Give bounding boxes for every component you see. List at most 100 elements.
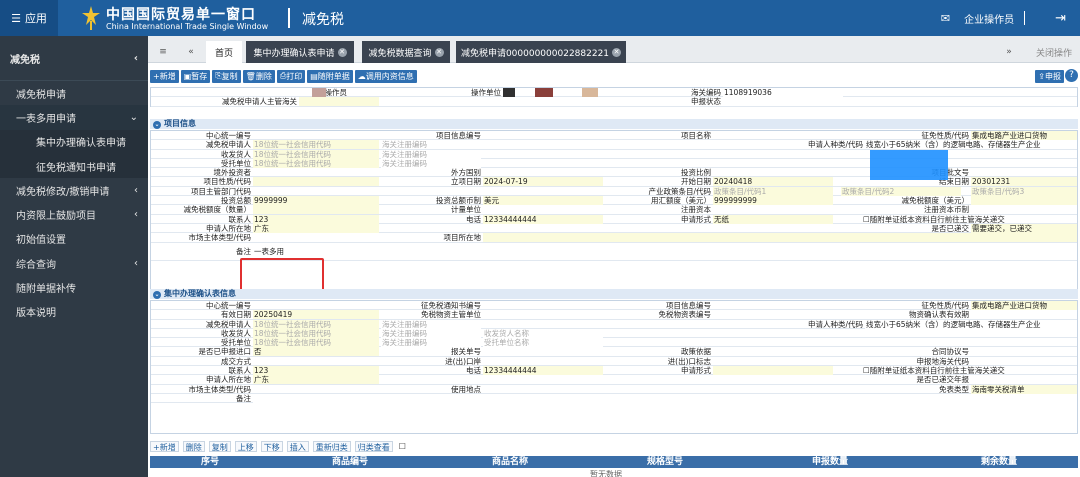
add-button[interactable]: +新增: [150, 69, 179, 83]
field-value[interactable]: 海关注册编码: [381, 149, 481, 159]
mail-icon[interactable]: ✉: [941, 12, 950, 25]
field-value[interactable]: 政策条目/代码2: [841, 186, 961, 196]
insert-button[interactable]: 插入: [286, 441, 309, 452]
field-value[interactable]: 海关注册编码: [381, 328, 481, 338]
field-value[interactable]: 999999999: [713, 196, 833, 206]
collapse-icon[interactable]: ‹: [134, 53, 138, 64]
goods-copy-button[interactable]: 复制: [208, 441, 231, 452]
tab-application[interactable]: 减免税申请000000000022882221 ✕: [456, 41, 626, 63]
tabs-forward-icon[interactable]: »: [1000, 41, 1018, 63]
field-value[interactable]: 集成电路产业进口货物: [971, 131, 1077, 140]
toolbar-checkbox[interactable]: ☐: [397, 441, 408, 452]
field-value[interactable]: [713, 366, 833, 376]
field-value[interactable]: 需要递交，已递交: [971, 223, 1077, 233]
field-value[interactable]: 12334444444: [483, 214, 603, 224]
move-up-button[interactable]: 上移: [234, 441, 257, 452]
customs-code-field[interactable]: 1108919036: [723, 88, 843, 97]
remarks-field[interactable]: 一表多用: [253, 246, 1077, 256]
field-value[interactable]: 123: [253, 366, 379, 376]
field-value[interactable]: 线宽小于65纳米（含）的逻辑电路、存储器生产企业: [865, 140, 1077, 150]
app-menu-button[interactable]: ☰ 应用: [0, 0, 58, 36]
field-value[interactable]: 18位统一社会信用代码: [253, 338, 379, 348]
field-value[interactable]: 美元: [483, 196, 603, 206]
field-value[interactable]: 18位统一社会信用代码: [253, 140, 379, 150]
field-value[interactable]: 集成电路产业进口货物: [971, 301, 1077, 310]
column-header[interactable]: 申报数量: [740, 456, 920, 468]
declare-button[interactable]: ⇪ 申报: [1035, 69, 1064, 83]
goods-delete-button[interactable]: 删除: [182, 441, 205, 452]
print-button[interactable]: ⎙ 打印: [276, 69, 306, 83]
reclassify-button[interactable]: 重新归类: [312, 441, 351, 452]
delete-button[interactable]: 🗑 删除: [242, 69, 275, 83]
sidebar-item[interactable]: 初始值设置: [0, 227, 148, 251]
column-header[interactable]: 商品名称: [430, 456, 590, 468]
attach-button[interactable]: ▤ 随附单据: [307, 69, 353, 83]
field-value[interactable]: 线宽小于65纳米（含）的逻辑电路、存储器生产企业: [865, 319, 1077, 329]
sidebar-item[interactable]: 减免税修改/撤销申请 ‹: [0, 178, 148, 202]
field-value[interactable]: 政策条目/代码1: [713, 186, 833, 196]
field-value[interactable]: 20301231: [971, 177, 1077, 187]
tab-data-query[interactable]: 减免税数据查询 ✕: [362, 41, 450, 63]
logout-icon[interactable]: ⇥: [1055, 11, 1066, 26]
field-value[interactable]: [971, 196, 1077, 206]
copy-button[interactable]: ⎘ 复制: [212, 69, 241, 83]
field-value[interactable]: 20240418: [713, 177, 833, 187]
field-value[interactable]: 9999999: [253, 196, 379, 206]
field-value[interactable]: [253, 177, 379, 187]
field-value[interactable]: [483, 233, 1077, 243]
field-value[interactable]: 18位统一社会信用代码: [253, 149, 379, 159]
field-value[interactable]: 18位统一社会信用代码: [253, 319, 379, 329]
field-value[interactable]: 20250419: [253, 310, 379, 320]
close-icon[interactable]: ✕: [434, 47, 444, 57]
sidebar-item[interactable]: 减免税申请: [0, 81, 148, 105]
field-value[interactable]: 海关注册编码: [381, 338, 481, 348]
field-value[interactable]: 受托单位名称: [483, 338, 603, 348]
paper-docs-checkbox[interactable]: ☐随附单证纸本资料自行前往主管海关递交: [863, 366, 1077, 375]
sidebar-header[interactable]: 减免税 ‹: [0, 36, 148, 81]
sidebar-item[interactable]: 版本说明: [0, 300, 148, 324]
field-value[interactable]: [253, 205, 379, 215]
sidebar-item[interactable]: 综合查询 ‹: [0, 251, 148, 275]
paper-docs-checkbox[interactable]: ☐随附单证纸本资料自行前往主管海关递交: [863, 215, 1077, 224]
close-ops-button[interactable]: 关闭操作: [1028, 41, 1080, 63]
applicant-customs-field[interactable]: [299, 97, 379, 107]
save-button[interactable]: ▣ 暂存: [180, 69, 211, 83]
user-name[interactable]: 企业操作员: [964, 11, 1014, 26]
chevron-down-icon[interactable]: ⌄: [153, 291, 161, 299]
field-value[interactable]: 123: [253, 214, 379, 224]
move-down-button[interactable]: 下移: [260, 441, 283, 452]
column-header[interactable]: 序号: [150, 456, 270, 468]
tabs-back-icon[interactable]: «: [182, 41, 200, 63]
close-icon[interactable]: ✕: [612, 47, 622, 57]
field-value[interactable]: 2024-07-19: [483, 177, 603, 187]
sidebar-item[interactable]: 随附单据补传: [0, 275, 148, 299]
sidebar-item[interactable]: 一表多用申请 ⌄: [0, 105, 148, 130]
field-value[interactable]: 广东: [253, 375, 379, 385]
field-value[interactable]: 海关注册编码: [381, 140, 481, 150]
field-value[interactable]: 广东: [253, 223, 379, 233]
chevron-down-icon[interactable]: ⌄: [153, 121, 161, 129]
field-value[interactable]: [253, 393, 1077, 403]
field-value[interactable]: 政策条目/代码3: [971, 186, 1077, 196]
sidebar-item[interactable]: 集中办理确认表申请: [0, 129, 148, 154]
close-icon[interactable]: ✕: [337, 47, 347, 57]
help-icon[interactable]: ?: [1065, 69, 1078, 82]
field-value[interactable]: 海南零关税清单: [971, 384, 1077, 394]
import-button[interactable]: ☁ 调用内资信息: [354, 69, 417, 83]
field-value[interactable]: 否: [253, 347, 379, 357]
sidebar-toggle-icon[interactable]: ≡: [154, 41, 172, 63]
column-header[interactable]: 商品编号: [270, 456, 430, 468]
goods-add-button[interactable]: +新增: [150, 441, 179, 452]
tab-confirm-form[interactable]: 集中办理确认表申请 ✕: [246, 41, 354, 63]
column-header[interactable]: 规格型号: [590, 456, 740, 468]
field-value[interactable]: 海关注册编码: [381, 158, 481, 168]
field-value[interactable]: 18位统一社会信用代码: [253, 158, 379, 168]
field-value[interactable]: 18位统一社会信用代码: [253, 328, 379, 338]
field-value[interactable]: 无纸: [713, 214, 833, 224]
tab-home[interactable]: 首页: [206, 41, 242, 63]
field-value[interactable]: 12334444444: [483, 366, 603, 376]
classify-view-button[interactable]: 归类查看: [354, 441, 393, 452]
column-header[interactable]: 剩余数量: [920, 456, 1078, 468]
sidebar-item[interactable]: 内资限上鼓励项目 ‹: [0, 202, 148, 226]
field-value[interactable]: 收发货人名称: [483, 328, 603, 338]
